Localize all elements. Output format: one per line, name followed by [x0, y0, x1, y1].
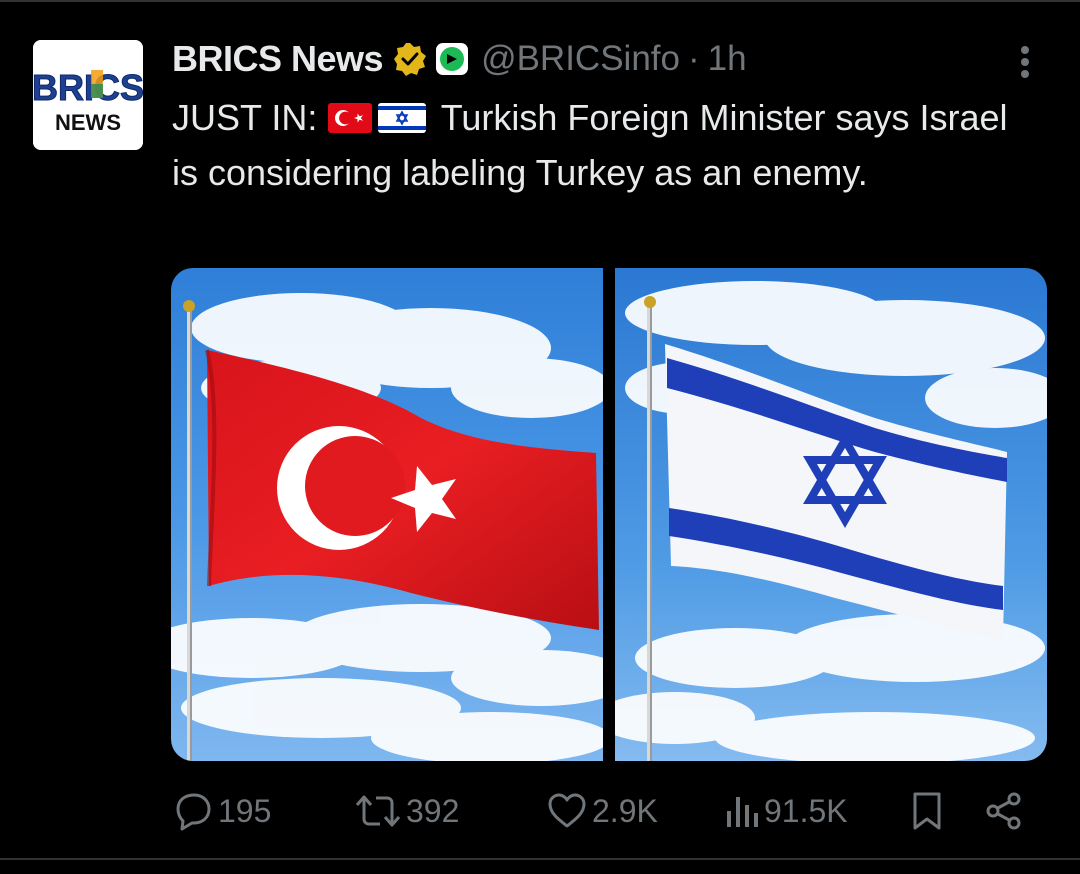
tweet-media[interactable] — [171, 268, 1047, 761]
tweet-header: BRICS News @BRICSinfo · 1h — [172, 36, 747, 82]
avatar-news-text: NEWS — [55, 110, 121, 135]
like-count: 2.9K — [592, 792, 658, 829]
views-count: 91.5K — [764, 792, 848, 829]
bookmark-button[interactable] — [910, 786, 944, 836]
text-lead: JUST IN: — [172, 97, 318, 138]
reply-icon — [176, 793, 211, 831]
avatar-logo-text: BRICS — [33, 67, 143, 108]
israel-flag-emoji-icon — [378, 103, 427, 133]
like-button[interactable]: 2.9K — [546, 786, 658, 836]
divider — [0, 0, 1080, 2]
action-bar: 195 392 2.9K 91.5K — [172, 786, 1032, 836]
bookmark-icon — [913, 792, 941, 830]
reply-button[interactable]: 195 — [172, 786, 271, 836]
verified-badge-icon[interactable] — [393, 42, 427, 76]
heart-icon — [548, 793, 586, 828]
affiliate-badge-icon[interactable] — [435, 42, 469, 76]
views-icon — [727, 797, 758, 827]
more-options-icon[interactable] — [1008, 44, 1042, 80]
turkey-flag-emoji-icon — [328, 103, 373, 133]
tweet[interactable]: BRICS NEWS BRICS News @BRICSinfo · 1h JU… — [0, 0, 1080, 874]
turkish-flag-photo[interactable] — [171, 268, 603, 761]
timestamp[interactable]: 1h — [708, 39, 747, 79]
reply-count: 195 — [218, 792, 272, 829]
avatar[interactable]: BRICS NEWS — [33, 40, 143, 150]
tweet-text: JUST IN: Turkish Foreign Minister says I… — [172, 90, 1032, 200]
israeli-flag-photo[interactable] — [615, 268, 1047, 761]
share-icon — [986, 792, 1021, 830]
author-name[interactable]: BRICS News — [172, 38, 384, 80]
separator-dot: · — [688, 39, 700, 78]
repost-count: 392 — [406, 792, 460, 829]
repost-icon — [355, 795, 401, 827]
repost-button[interactable]: 392 — [354, 786, 459, 836]
author-handle[interactable]: @BRICSinfo — [481, 39, 680, 79]
views-button[interactable]: 91.5K — [724, 786, 848, 836]
divider — [0, 858, 1080, 860]
share-button[interactable] — [984, 786, 1024, 836]
